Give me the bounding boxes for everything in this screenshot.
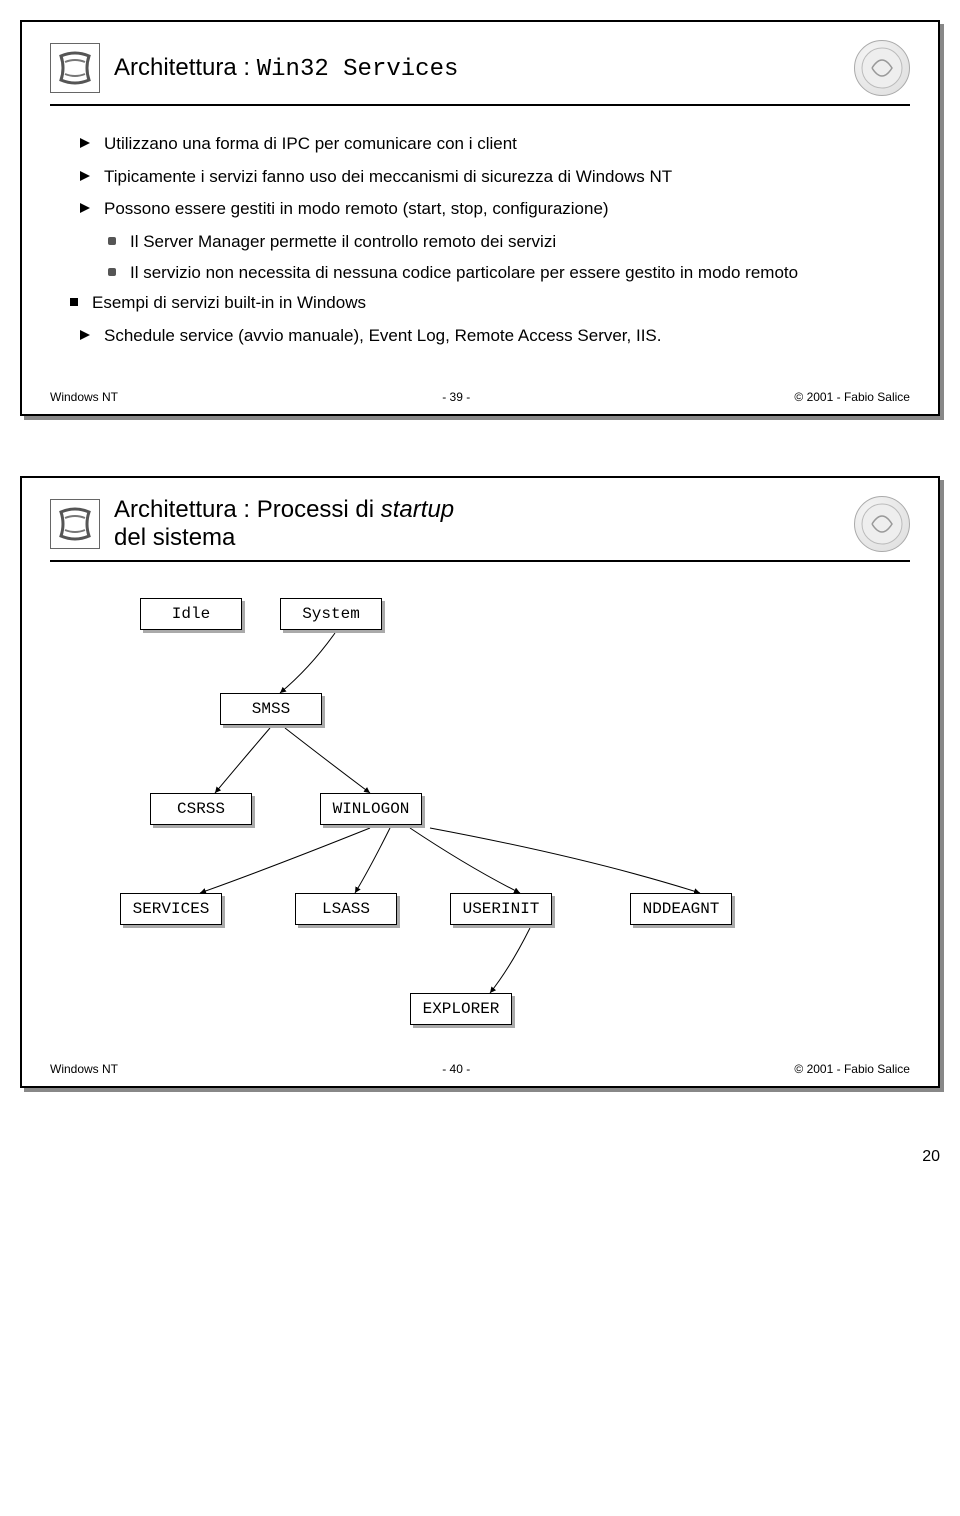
process-diagram: Idle System SMSS CSRSS WINLOGON SERVICES…	[50, 578, 910, 1058]
swirl-icon	[854, 40, 910, 96]
box-lsass: LSASS	[295, 893, 397, 925]
bullet-text: Schedule service (avvio manuale), Event …	[104, 326, 662, 345]
box-csrss: CSRSS	[150, 793, 252, 825]
slide-footer: Windows NT - 39 - © 2001 - Fabio Salice	[50, 386, 910, 404]
title-line1: Architettura : Processi di	[114, 496, 381, 523]
slide-40: Architettura : Processi di startup del s…	[20, 476, 940, 1088]
bullet-text: Il servizio non necessita di nessuna cod…	[130, 263, 798, 282]
sub-bullet: Il servizio non necessita di nessuna cod…	[108, 261, 900, 286]
title-prefix: Architettura :	[114, 54, 257, 81]
sub-bullet: Il Server Manager permette il controllo …	[108, 230, 900, 255]
box-services: SERVICES	[120, 893, 222, 925]
footer-center: - 39 -	[442, 390, 470, 404]
bullet: Esempi di servizi built-in in Windows	[70, 291, 900, 316]
page-number: 20	[20, 1148, 940, 1166]
slide-title: Architettura : Processi di startup del s…	[114, 496, 840, 552]
title-italic: startup	[381, 496, 454, 523]
footer-right: © 2001 - Fabio Salice	[794, 390, 910, 404]
slide-39: Architettura : Win32 Services Utilizzano…	[20, 20, 940, 416]
box-explorer: EXPLORER	[410, 993, 512, 1025]
logo-icon	[50, 43, 100, 93]
bullet-text: Possono essere gestiti in modo remoto (s…	[104, 199, 609, 218]
bullet: Possono essere gestiti in modo remoto (s…	[80, 197, 900, 222]
logo-icon	[50, 499, 100, 549]
title-line2: del sistema	[114, 524, 235, 551]
box-userinit: USERINIT	[450, 893, 552, 925]
footer-right: © 2001 - Fabio Salice	[794, 1062, 910, 1076]
bullet-text: Utilizzano una forma di IPC per comunica…	[104, 134, 517, 153]
box-idle: Idle	[140, 598, 242, 630]
bullet: Utilizzano una forma di IPC per comunica…	[80, 132, 900, 157]
title-mono: Win32 Services	[257, 56, 459, 83]
slide-header: Architettura : Win32 Services	[50, 40, 910, 106]
bullet: Schedule service (avvio manuale), Event …	[80, 324, 900, 349]
bullet-text: Esempi di servizi built-in in Windows	[92, 293, 366, 312]
box-system: System	[280, 598, 382, 630]
swirl-icon	[854, 496, 910, 552]
slide-header: Architettura : Processi di startup del s…	[50, 496, 910, 562]
footer-left: Windows NT	[50, 1062, 118, 1076]
box-smss: SMSS	[220, 693, 322, 725]
box-winlogon: WINLOGON	[320, 793, 422, 825]
slide-title: Architettura : Win32 Services	[114, 54, 840, 83]
bullet: Tipicamente i servizi fanno uso dei mecc…	[80, 165, 900, 190]
box-nddeagnt: NDDEAGNT	[630, 893, 732, 925]
slide-footer: Windows NT - 40 - © 2001 - Fabio Salice	[50, 1058, 910, 1076]
footer-left: Windows NT	[50, 390, 118, 404]
bullet-text: Il Server Manager permette il controllo …	[130, 232, 556, 251]
footer-center: - 40 -	[442, 1062, 470, 1076]
slide-content: Utilizzano una forma di IPC per comunica…	[50, 122, 910, 386]
bullet-text: Tipicamente i servizi fanno uso dei mecc…	[104, 167, 672, 186]
